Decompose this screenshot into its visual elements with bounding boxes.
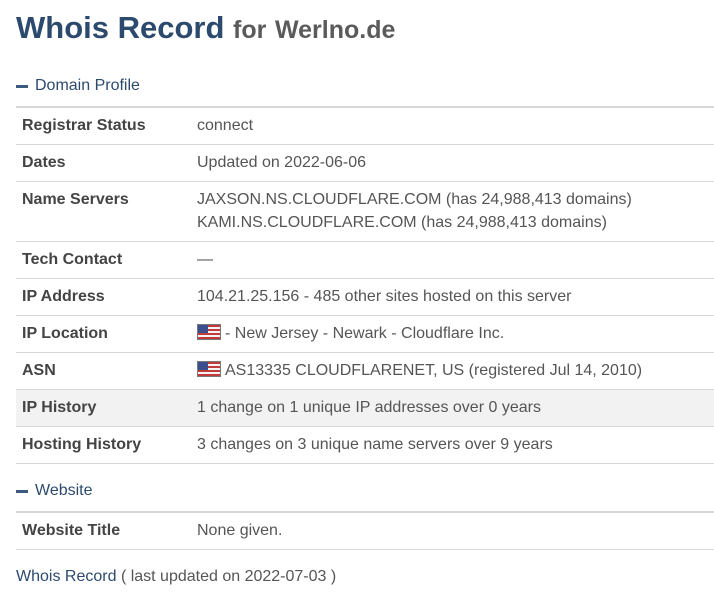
website-title-label: Website Title bbox=[22, 522, 121, 539]
name-server-2: KAMI.NS.CLOUDFLARE.COM (has 24,988,413 d… bbox=[197, 213, 607, 231]
table-row: ASN AS13335 CLOUDFLARENET, US (registere… bbox=[16, 352, 714, 389]
registrar-status-value: connect bbox=[197, 117, 254, 134]
hosting-history-value: 3 changes on 3 unique name servers over … bbox=[197, 435, 553, 453]
table-row: Dates Updated on 2022-06-06 bbox=[16, 144, 714, 181]
name-servers-label: Name Servers bbox=[22, 190, 129, 208]
website-title-value: None given. bbox=[197, 522, 283, 539]
page-title-main: Whois Record bbox=[16, 10, 225, 45]
table-row: IP History 1 change on 1 unique IP addre… bbox=[16, 389, 714, 426]
page-title: Whois Record for Werlno.de bbox=[16, 10, 395, 46]
table-row: IP Address 104.21.25.156 - 485 other sit… bbox=[16, 278, 714, 315]
page-title-for: for bbox=[233, 16, 267, 44]
dates-value: Updated on 2022-06-06 bbox=[197, 153, 367, 171]
domain-name: Werlno.de bbox=[274, 16, 396, 44]
name-servers-value: JAXSON.NS.CLOUDFLARE.COM (has 24,988,413… bbox=[197, 181, 714, 241]
asn-text: AS13335 CLOUDFLARENET, US (registered Ju… bbox=[225, 361, 643, 379]
table-row: Tech Contact — bbox=[16, 241, 714, 278]
us-flag-icon bbox=[197, 360, 221, 377]
minus-icon bbox=[16, 84, 28, 88]
registrar-status-label: Registrar Status bbox=[22, 117, 146, 134]
table-row: Website Title None given. bbox=[16, 512, 714, 549]
ip-address-label: IP Address bbox=[22, 287, 105, 305]
table-row: Registrar Status connect bbox=[16, 107, 714, 144]
us-flag-icon bbox=[197, 323, 221, 340]
table-row: Hosting History 3 changes on 3 unique na… bbox=[16, 426, 714, 463]
asn-value: AS13335 CLOUDFLARENET, US (registered Ju… bbox=[197, 352, 714, 389]
footer: Whois Record ( last updated on 2022-07-0… bbox=[16, 568, 336, 586]
website-heading: Website bbox=[35, 482, 93, 499]
website-toggle[interactable]: Website bbox=[16, 481, 93, 501]
ip-location-label: IP Location bbox=[22, 324, 108, 342]
asn-label: ASN bbox=[22, 361, 56, 379]
ip-history-value: 1 change on 1 unique IP addresses over 0… bbox=[197, 398, 541, 416]
dates-label: Dates bbox=[22, 153, 66, 171]
domain-profile-heading: Domain Profile bbox=[35, 77, 140, 94]
minus-icon bbox=[16, 489, 28, 493]
last-updated-text: ( last updated on 2022-07-03 ) bbox=[120, 568, 337, 585]
website-table: Website Title None given. bbox=[16, 511, 714, 550]
tech-contact-value: — bbox=[197, 250, 213, 268]
ip-history-label: IP History bbox=[22, 398, 97, 416]
domain-profile-toggle[interactable]: Domain Profile bbox=[16, 76, 140, 96]
hosting-history-label: Hosting History bbox=[22, 435, 142, 453]
table-row: Name Servers JAXSON.NS.CLOUDFLARE.COM (h… bbox=[16, 181, 714, 241]
ip-location-value: - New Jersey - Newark - Cloudflare Inc. bbox=[197, 315, 714, 352]
name-server-1: JAXSON.NS.CLOUDFLARE.COM (has 24,988,413… bbox=[197, 190, 632, 208]
whois-record-link[interactable]: Whois Record bbox=[16, 568, 116, 585]
domain-profile-table: Registrar Status connect Dates Updated o… bbox=[16, 106, 714, 464]
table-row: IP Location - New Jersey - Newark - Clou… bbox=[16, 315, 714, 352]
ip-location-text: - New Jersey - Newark - Cloudflare Inc. bbox=[225, 324, 505, 342]
tech-contact-label: Tech Contact bbox=[22, 250, 123, 268]
ip-address-value: 104.21.25.156 - 485 other sites hosted o… bbox=[197, 287, 572, 305]
